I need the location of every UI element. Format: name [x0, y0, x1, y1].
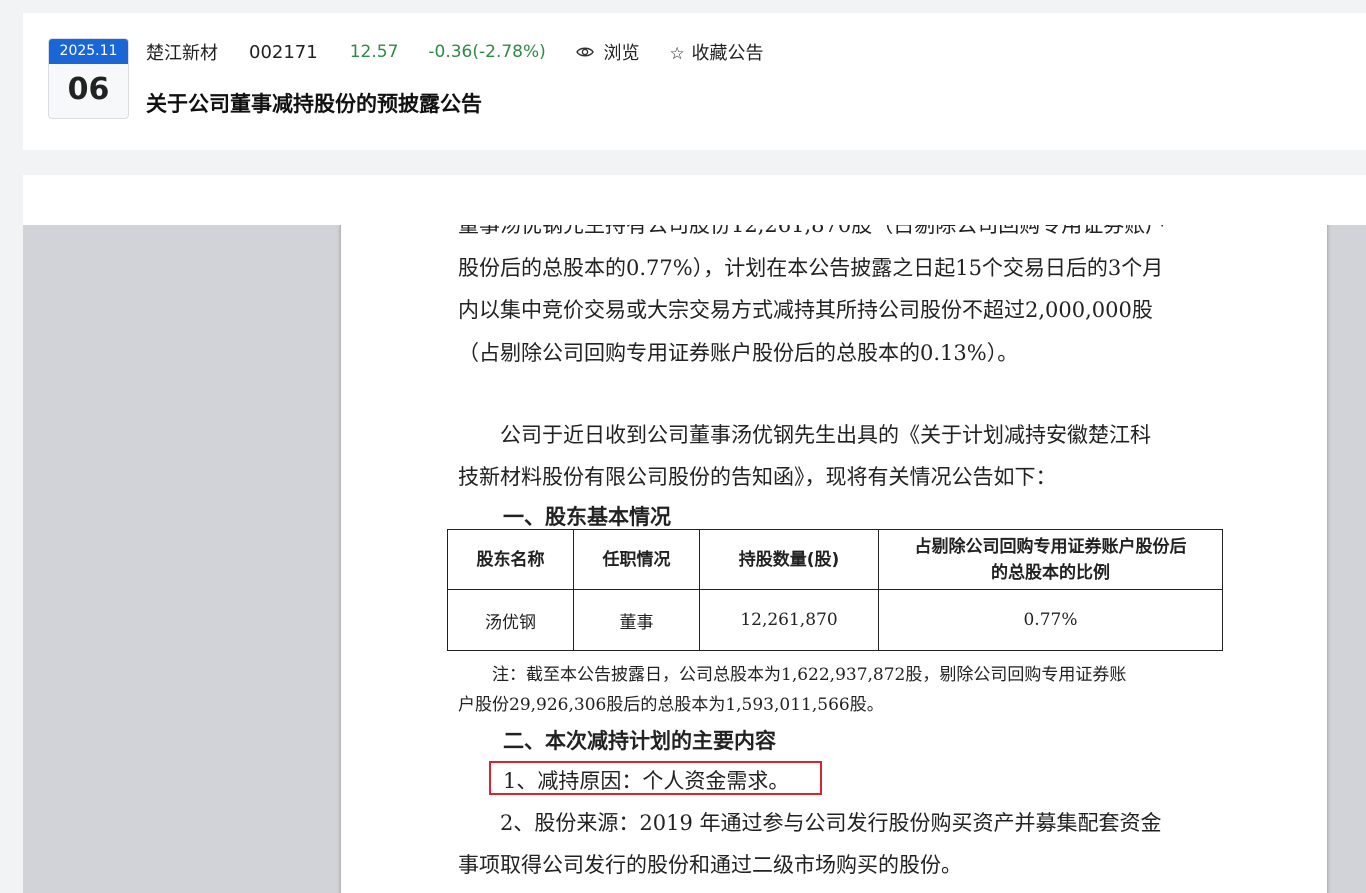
- note-line-1: 注：截至本公告披露日，公司总股本为1,622,937,872股，剔除公司回购专用…: [458, 665, 1127, 685]
- doc-para2-line-2: 技新材料股份有限公司股份的告知函》，现将有关情况公告如下：: [458, 465, 1057, 489]
- table-row: 汤优钢 董事 12,261,870 0.77%: [447, 589, 1223, 651]
- th-position: 任职情况: [573, 529, 700, 590]
- pdf-viewer[interactable]: 董事汤优钢先生持有公司股份12,261,870股（占剔除公司回购专用证券账户 股…: [23, 175, 1366, 893]
- date-day: 06: [67, 72, 110, 107]
- doc-line-3: （占剔除公司回购专用证券账户股份后的总股本的0.13%）。: [458, 341, 1019, 365]
- stock-price: 12.57: [349, 42, 399, 62]
- th-ratio: 占剔除公司回购专用证券账户股份后 的总股本的比例: [878, 529, 1223, 590]
- item-2-line-2: 事项取得公司发行的股份和通过二级市场购买的股份。: [458, 853, 962, 877]
- section-heading-2: 二、本次减持计划的主要内容: [503, 729, 776, 753]
- section-heading-1: 一、股东基本情况: [503, 505, 671, 529]
- announcement-title: 关于公司董事减持股份的预披露公告: [146, 92, 482, 116]
- table-header-row: 股东名称 任职情况 持股数量(股) 占剔除公司回购专用证券账户股份后 的总股本的…: [447, 529, 1223, 590]
- star-icon: ☆: [669, 44, 685, 64]
- date-badge: 2025.11 06: [48, 38, 129, 119]
- th-ratio-line-2: 的总股本的比例: [991, 562, 1110, 583]
- stock-name-link[interactable]: 楚江新材: [146, 39, 218, 65]
- doc-line-1: 股份后的总股本的0.77%），计划在本公告披露之日起15个交易日后的3个月: [458, 256, 1164, 280]
- cell-ratio: 0.77%: [878, 589, 1223, 651]
- stock-code[interactable]: 002171: [249, 42, 318, 63]
- stock-meta-row: 楚江新材 002171 12.57 -0.36(-2.78%) 浏览 ☆ 收藏公…: [146, 39, 764, 65]
- view-label: 浏览: [603, 43, 640, 64]
- viewer-toolbar: [23, 175, 1366, 225]
- th-shares: 持股数量(股): [699, 529, 879, 590]
- view-button[interactable]: 浏览: [575, 39, 640, 65]
- th-ratio-line-1: 占剔除公司回购专用证券账户股份后: [914, 536, 1187, 557]
- document-page: 董事汤优钢先生持有公司股份12,261,870股（占剔除公司回购专用证券账户 股…: [341, 195, 1327, 893]
- doc-para2-line-1: 公司于近日收到公司董事汤优钢先生出具的《关于计划减持安徽楚江科: [458, 423, 1151, 447]
- cell-position: 董事: [573, 589, 700, 651]
- item-2-line-1: 2、股份来源：2019 年通过参与公司发行股份购买资产并募集配套资金: [458, 811, 1162, 835]
- favorite-button[interactable]: ☆ 收藏公告: [670, 39, 764, 65]
- favorite-label: 收藏公告: [691, 43, 764, 64]
- note-line-2: 户股份29,926,306股后的总股本为1,593,011,566股。: [458, 695, 884, 715]
- cell-shareholder-name: 汤优钢: [447, 589, 574, 651]
- doc-line-2: 内以集中竞价交易或大宗交易方式减持其所持公司股份不超过2,000,000股: [458, 298, 1153, 322]
- th-shareholder-name: 股东名称: [447, 529, 574, 590]
- announcement-header: 2025.11 06 楚江新材 002171 12.57 -0.36(-2.78…: [23, 13, 1366, 150]
- eye-icon: [575, 47, 594, 57]
- date-month: 2025.11: [49, 39, 128, 64]
- shareholder-table: 股东名称 任职情况 持股数量(股) 占剔除公司回购专用证券账户股份后 的总股本的…: [447, 529, 1223, 651]
- cell-shares: 12,261,870: [699, 589, 879, 651]
- highlight-box: [489, 761, 822, 795]
- stock-change: -0.36(-2.78%): [428, 42, 546, 62]
